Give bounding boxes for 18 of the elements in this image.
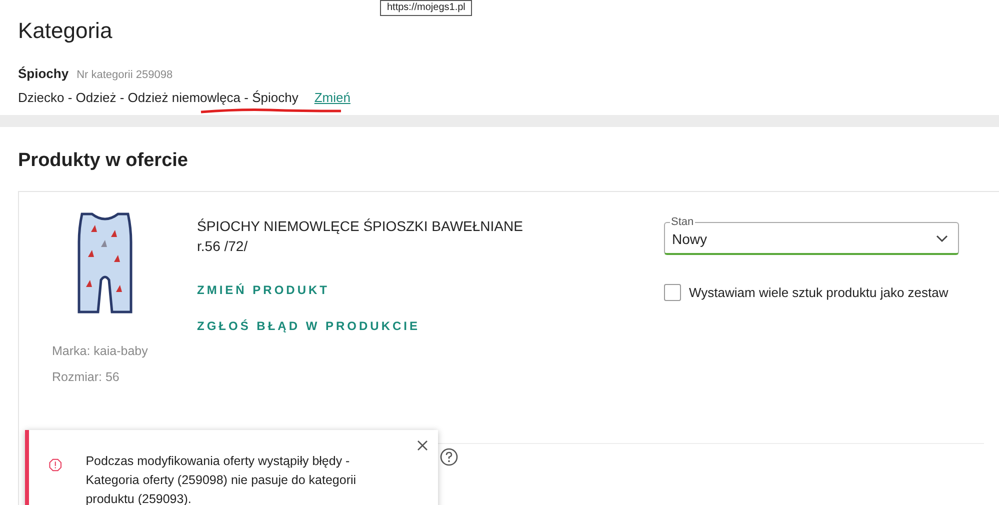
chevron-down-icon: [936, 234, 948, 242]
product-detail: Marka: kaia-baby: [52, 342, 149, 360]
action-link[interactable]: ZGŁOŚ BŁĄD W PRODUKCIE: [197, 316, 420, 335]
product-title: ŚPIOCHY NIEMOWLĘCE ŚPIOSZKI BAWEŁNIANE r.56 /72/: [197, 216, 524, 256]
toast-message: Podczas modyfikowania oferty wystąpiły błędy - Kategoria oferty (259098) nie pasuje do kategorii produktu (259093).: [86, 453, 358, 505]
category-number: Nr kategorii 259098: [76, 68, 173, 84]
help-icon[interactable]: [440, 448, 458, 466]
checkbox-label: Wystawiam wiele sztuk produktu jako zestaw: [689, 284, 948, 302]
checkbox[interactable]: [664, 284, 681, 301]
action-link[interactable]: ZMIEŃ PRODUKT: [197, 281, 330, 300]
product-detail: Rozmiar: 56: [52, 369, 120, 386]
section-heading: Produkty w ofercie: [18, 149, 189, 173]
category-path: Dziecko - Odzież - Odzież niemowlęca - Śpiochy: [18, 88, 298, 107]
change-link[interactable]: Zmień: [314, 88, 350, 108]
close-icon[interactable]: [417, 440, 428, 451]
page-heading: Kategoria: [18, 18, 114, 44]
category-name: Śpiochy: [18, 65, 69, 84]
url-tooltip: https://mojegs1.pl: [380, 0, 472, 16]
